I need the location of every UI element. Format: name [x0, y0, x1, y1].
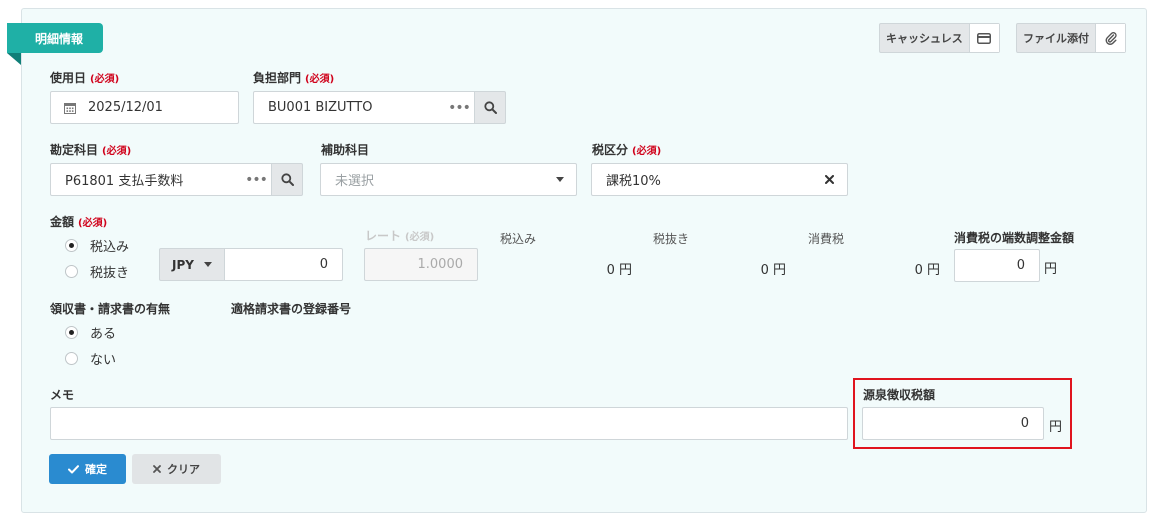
close-icon [153, 465, 161, 473]
section-title: 明細情報 [35, 31, 84, 46]
caret-down-icon [556, 177, 564, 182]
tax-category-select[interactable]: 課税10% [591, 163, 848, 196]
radio-button[interactable] [65, 326, 78, 339]
currency-value: JPY [172, 257, 194, 272]
department-label: 負担部門 (必須) [253, 69, 334, 86]
card-icon [968, 24, 999, 52]
usage-date-value: 2025/12/01 [88, 100, 163, 115]
clear-label: クリア [167, 463, 200, 476]
rounding-adjust-label: 消費税の端数調整金額 [954, 231, 1075, 245]
receipt-option-no-label: ない [90, 353, 117, 368]
amount-label-text: 金額 [50, 215, 75, 229]
department-search-button[interactable] [474, 91, 506, 124]
account-value: P61801 支払手数料 [65, 174, 184, 189]
rate-value: 1.0000 [417, 257, 464, 272]
usage-date-label-text: 使用日 [50, 71, 87, 85]
cashless-label: キャッシュレス [886, 32, 963, 45]
section-ribbon: 明細情報 [7, 23, 103, 53]
department-value: BU001 BIZUTTO [268, 100, 373, 115]
paperclip-icon [1095, 24, 1125, 52]
rate-label-text: レート [365, 229, 402, 243]
currency-select[interactable]: JPY [159, 248, 225, 281]
caret-down-icon [203, 262, 212, 267]
required-tag: (必須) [78, 218, 108, 229]
required-tag: (必須) [305, 74, 335, 85]
amount-option-incl[interactable]: 税込み [65, 236, 129, 255]
receipt-option-yes[interactable]: ある [65, 323, 116, 342]
account-label-text: 勘定科目 [50, 143, 99, 157]
receipt-option-yes-label: ある [90, 327, 117, 342]
clear-icon[interactable] [825, 175, 834, 184]
excl-tax-value: 0 円 [760, 263, 786, 278]
radio-button[interactable] [65, 239, 78, 252]
highlight-box [853, 378, 1072, 449]
invoice-number-label: 適格請求書の登録番号 [231, 302, 352, 316]
calendar-icon [64, 102, 76, 114]
rounding-adjust-value: 0 [1016, 258, 1025, 273]
yen-unit: 円 [1044, 262, 1058, 277]
search-icon [280, 173, 294, 186]
rate-input: 1.0000 [364, 248, 478, 281]
sub-account-label: 補助科目 [321, 143, 370, 157]
confirm-button[interactable]: 確定 [49, 454, 126, 484]
amount-option-incl-label: 税込み [90, 240, 130, 255]
rate-label: レート (必須) [365, 227, 434, 244]
confirm-label: 確定 [85, 463, 107, 476]
required-tag: (必須) [90, 74, 120, 85]
radio-button[interactable] [65, 265, 78, 278]
rounding-adjust-input[interactable]: 0 [954, 249, 1040, 282]
account-search-button[interactable] [271, 163, 303, 196]
incl-tax-value: 0 円 [606, 263, 632, 278]
usage-date-field[interactable]: 2025/12/01 [50, 91, 239, 124]
receipt-label: 領収書・請求書の有無 [50, 302, 171, 316]
more-icon[interactable]: ••• [241, 172, 271, 188]
cashless-button[interactable]: キャッシュレス [879, 23, 1000, 53]
memo-label: メモ [50, 388, 75, 402]
more-icon[interactable]: ••• [444, 100, 474, 116]
amount-option-excl-label: 税抜き [90, 266, 130, 281]
usage-date-label: 使用日 (必須) [50, 69, 119, 86]
clear-button[interactable]: クリア [132, 454, 221, 484]
account-label: 勘定科目 (必須) [50, 141, 131, 158]
required-tag: (必須) [102, 146, 132, 157]
department-field[interactable]: BU001 BIZUTTO ••• [253, 91, 475, 124]
attach-label: ファイル添付 [1023, 32, 1089, 45]
department-label-text: 負担部門 [253, 71, 302, 85]
consumption-tax-heading: 消費税 [808, 232, 845, 246]
excl-tax-heading: 税抜き [653, 232, 690, 246]
attach-file-button[interactable]: ファイル添付 [1016, 23, 1126, 53]
amount-input[interactable]: 0 [224, 248, 343, 281]
consumption-tax-value: 0 円 [914, 263, 940, 278]
amount-option-excl[interactable]: 税抜き [65, 262, 129, 281]
ribbon-fold [7, 53, 21, 65]
sub-account-select[interactable]: 未選択 [320, 163, 577, 196]
account-field[interactable]: P61801 支払手数料 ••• [50, 163, 272, 196]
radio-button[interactable] [65, 352, 78, 365]
check-icon [68, 464, 79, 473]
search-icon [483, 101, 497, 114]
required-tag: (必須) [632, 146, 662, 157]
incl-tax-heading: 税込み [500, 232, 537, 246]
tax-category-value: 課税10% [606, 174, 661, 189]
amount-value: 0 [319, 257, 328, 272]
amount-label: 金額 (必須) [50, 213, 107, 230]
tax-category-label-text: 税区分 [592, 143, 629, 157]
memo-input[interactable] [50, 407, 848, 440]
sub-account-placeholder: 未選択 [335, 174, 375, 189]
tax-category-label: 税区分 (必須) [592, 141, 661, 158]
receipt-option-no[interactable]: ない [65, 349, 116, 368]
required-tag: (必須) [405, 232, 435, 243]
